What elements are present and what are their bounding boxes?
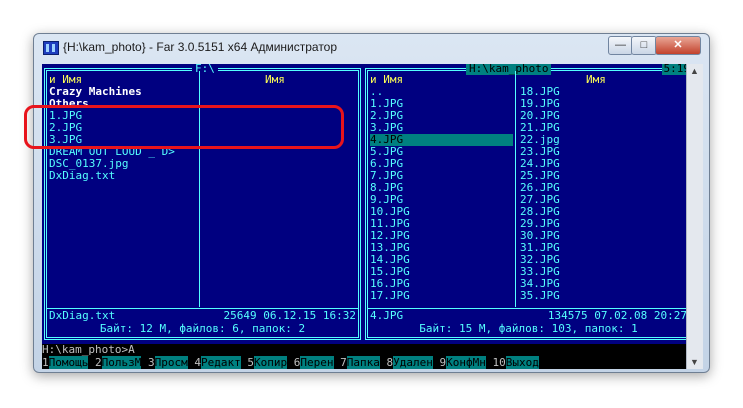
f5-key[interactable]: 5Копир — [247, 356, 288, 369]
scroll-up-icon[interactable]: ▲ — [690, 66, 699, 76]
minimize-button[interactable]: — — [608, 36, 633, 55]
left-panel-summary: Байт: 12 М, файлов: 6, папок: 2 — [99, 322, 306, 335]
right-info-name: 4.JPG — [370, 309, 404, 322]
function-key-bar: 1Помощь 2ПользМ 3Просм 4Редакт 5Копир 6П… — [42, 356, 694, 369]
f9-key[interactable]: 9КонфМн — [440, 356, 486, 369]
f8-key[interactable]: 8Удален — [387, 356, 433, 369]
vertical-scrollbar[interactable]: ▲ ▼ — [686, 64, 703, 369]
left-info-detail: 25649 06.12.15 16:32 — [223, 309, 356, 322]
f10-key[interactable]: 10Выход — [493, 356, 539, 369]
scroll-down-icon[interactable]: ▼ — [690, 357, 699, 367]
file-item[interactable]: DxDiag.txt — [49, 170, 175, 182]
far-app-icon — [43, 41, 59, 55]
right-panel-path: H:\kam_photo — [466, 64, 552, 75]
f7-key[interactable]: 7Папка — [340, 356, 380, 369]
file-item[interactable]: 17.JPG — [370, 290, 513, 302]
right-file-list-col2: 18.JPG 19.JPG 20.JPG 21.JPG 22.jpg 23.JP… — [520, 86, 560, 302]
command-line[interactable]: H:\kam_photo>A — [42, 344, 694, 356]
column-divider — [515, 71, 516, 307]
left-file-info: DxDiag.txt 25649 06.12.15 16:32 — [49, 310, 356, 322]
close-button[interactable]: ✕ — [655, 36, 701, 55]
file-item[interactable]: 35.JPG — [520, 290, 560, 302]
title-bar[interactable]: {H:\kam_photo} - Far 3.0.5151 x64 Админи… — [34, 34, 709, 62]
right-panel-summary: Байт: 15 М, файлов: 103, папок: 1 — [419, 322, 638, 335]
maximize-button[interactable]: □ — [631, 36, 657, 55]
highlight-annotation — [24, 105, 344, 149]
left-panel-path: F:\ — [192, 64, 218, 75]
f2-key[interactable]: 2ПользМ — [95, 356, 142, 369]
f3-key[interactable]: 3Просм — [148, 356, 188, 369]
right-file-list-col1: .. 1.JPG 2.JPG 3.JPG 4.JPG 5.JPG 6.JPG 7… — [370, 86, 513, 302]
f4-key[interactable]: 4Редакт — [194, 356, 241, 369]
right-file-info: 4.JPG 134575 07.02.08 20:27 — [370, 310, 687, 322]
left-info-name: DxDiag.txt — [49, 309, 116, 322]
right-panel[interactable]: H:\kam_photo 5:19 и Имя Имя .. 1.JPG 2.J… — [365, 64, 692, 340]
far-manager-window: {H:\kam_photo} - Far 3.0.5151 x64 Админи… — [33, 33, 710, 373]
right-col2-header: Имя — [586, 73, 606, 86]
f6-key[interactable]: 6Перен — [294, 356, 334, 369]
window-title: {H:\kam_photo} - Far 3.0.5151 x64 Админи… — [63, 40, 338, 54]
right-info-detail: 134575 07.02.08 20:27 — [547, 309, 687, 322]
f1-key[interactable]: 1Помощь — [42, 356, 89, 369]
left-col2-header: Имя — [265, 73, 285, 86]
